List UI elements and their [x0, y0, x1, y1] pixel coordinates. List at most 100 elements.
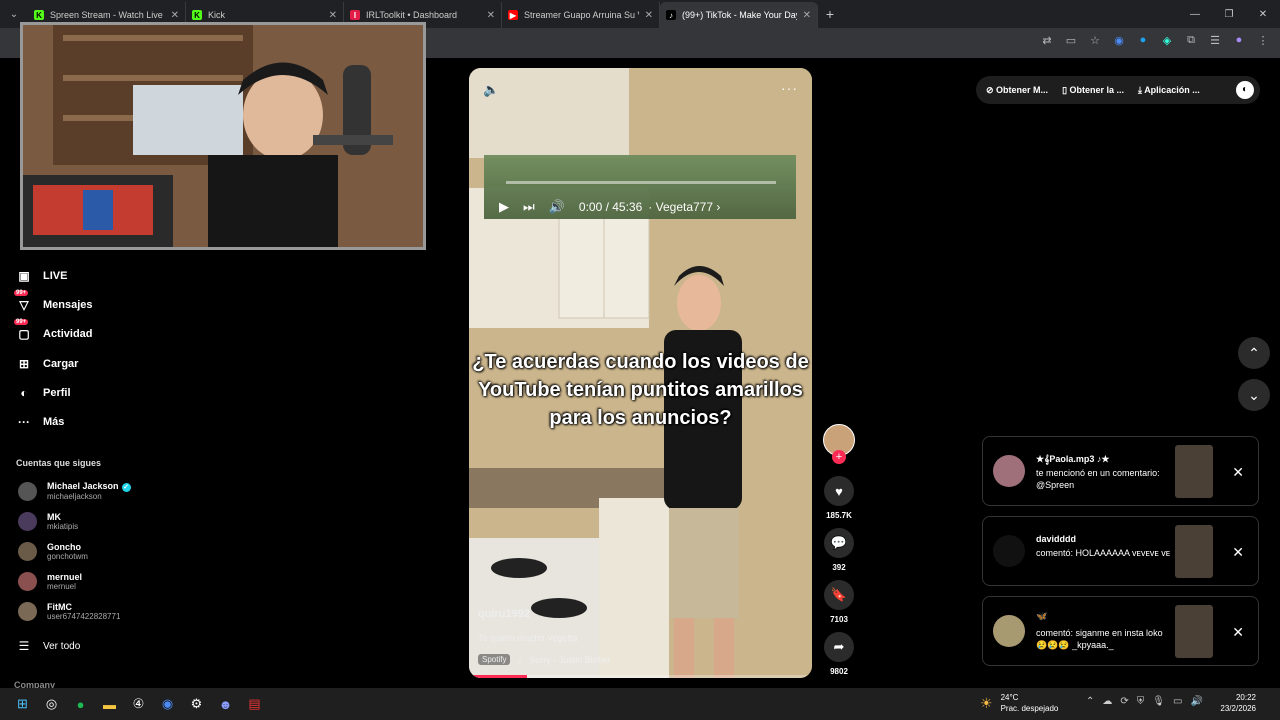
file-explorer-icon[interactable]: ▬: [95, 690, 124, 719]
translate-icon[interactable]: ⇄: [1040, 34, 1054, 47]
share-icon: ➦: [824, 632, 854, 662]
profile-avatar[interactable]: ◐: [1236, 81, 1254, 99]
chevron-up-icon: ⌃: [1248, 344, 1260, 361]
comment-button[interactable]: 💬 392: [822, 528, 856, 572]
share-count: 9802: [830, 667, 848, 676]
kick-icon: K: [192, 10, 202, 20]
notification-card[interactable]: davidddd comentó: HOLAAAAAA ᴠᴇᴠᴇᴠᴇ ᴠᴇ ✕: [982, 516, 1259, 586]
follow-plus-icon[interactable]: +: [832, 450, 846, 464]
microphone-icon[interactable]: 🎙: [1152, 696, 1165, 707]
weather-widget[interactable]: ☀ 24°C Prac. despejado: [980, 692, 1058, 714]
steam-icon[interactable]: ⚙: [182, 690, 211, 719]
upload-icon: ⊞: [18, 357, 30, 371]
creator-avatar[interactable]: +: [822, 424, 856, 464]
obs-icon[interactable]: ◎: [37, 690, 66, 719]
close-window-icon[interactable]: ✕: [1246, 0, 1280, 28]
minimize-icon[interactable]: —: [1178, 0, 1212, 28]
tab-title: Spreen Stream - Watch Live on: [50, 10, 165, 20]
video-author[interactable]: quiru1992: [478, 608, 530, 620]
browser-tab-active[interactable]: ♪ (99+) TikTok - Make Your Day ✕: [660, 2, 818, 28]
notification-user: 🦋: [1036, 611, 1048, 621]
followed-account[interactable]: Goncho gonchotwm: [18, 542, 88, 561]
spotify-icon[interactable]: ●: [66, 690, 95, 719]
new-tab-button[interactable]: +: [818, 6, 842, 22]
reading-list-icon[interactable]: ☰: [1208, 34, 1222, 47]
profile-avatar[interactable]: ●: [1232, 34, 1246, 47]
notification-card[interactable]: 🦋 comentó: siganme en insta loko 😢😢😢 _kp…: [982, 596, 1259, 666]
youtube-time: 0:00 / 45:36: [578, 200, 643, 214]
display-icon[interactable]: ▭: [1173, 696, 1182, 707]
sidebar-item-live[interactable]: ▣ LIVE: [16, 268, 67, 284]
security-icon[interactable]: ⛨: [1137, 696, 1145, 707]
extension-icon[interactable]: ◉: [1112, 34, 1126, 47]
volume-icon[interactable]: 🔊: [1190, 696, 1202, 707]
notification-card[interactable]: ★𝄞Paola.mp3 ♪★ te mencionó en un comenta…: [982, 436, 1259, 506]
close-tab-icon[interactable]: ✕: [803, 10, 811, 21]
extension-icon[interactable]: ◈: [1160, 34, 1174, 47]
browser-tab[interactable]: ▶ Streamer Guapo Arruina Su Vid ✕: [502, 2, 660, 28]
close-tab-icon[interactable]: ✕: [645, 10, 653, 21]
followed-account[interactable]: FitMC user6747422828771: [18, 602, 120, 621]
sidebar-item-profile[interactable]: ◐ Perfil: [16, 385, 71, 401]
system-clock[interactable]: 20:22 23/2/2026: [1220, 692, 1256, 714]
chrome-icon[interactable]: ◉: [153, 690, 182, 719]
followed-account[interactable]: MK mkiatipis: [18, 512, 78, 531]
close-icon[interactable]: ✕: [1232, 464, 1244, 481]
windows-start-icon[interactable]: ⊞: [8, 690, 37, 719]
desktop-app-label: Aplicación ...: [1144, 84, 1200, 95]
see-all-link[interactable]: ☰ Ver todo: [16, 638, 81, 654]
sidebar-item-activity[interactable]: ▢ 99+ Actividad: [14, 319, 93, 342]
restore-icon[interactable]: ❐: [1212, 0, 1246, 28]
onedrive-icon[interactable]: ☁: [1102, 696, 1112, 707]
sidebar-item-label: Perfil: [43, 387, 71, 399]
close-icon[interactable]: ✕: [1232, 624, 1244, 641]
get-app-button[interactable]: ▯ Obtener la ...: [1062, 85, 1124, 96]
close-tab-icon[interactable]: ✕: [171, 10, 179, 21]
account-username: user6747422828771: [47, 612, 121, 621]
chevron-up-icon[interactable]: ⌃: [1086, 696, 1094, 707]
clock-date: 23/2/2026: [1220, 704, 1256, 713]
tiktok-icon: ♪: [666, 10, 676, 20]
close-tab-icon[interactable]: ✕: [329, 10, 337, 21]
save-button[interactable]: 🔖 7103: [822, 580, 856, 624]
cast-icon[interactable]: ▭: [1064, 34, 1078, 47]
video-progress-bar[interactable]: [469, 675, 812, 678]
app-icon[interactable]: ▤: [240, 690, 269, 719]
discord-icon[interactable]: ☻: [211, 690, 240, 719]
youtube-icon: ▶: [508, 10, 518, 20]
close-tab-icon[interactable]: ✕: [487, 10, 495, 21]
followed-account[interactable]: Michael Jackson ✓ michaeljackson: [18, 481, 131, 501]
bookmark-star-icon[interactable]: ☆: [1088, 34, 1102, 47]
extensions-puzzle-icon[interactable]: ⧉: [1184, 34, 1198, 47]
more-options-icon[interactable]: ···: [781, 80, 798, 96]
account-username: gonchotwm: [47, 552, 88, 561]
video-player-app-icon[interactable]: ④: [124, 690, 153, 719]
followed-account[interactable]: mernuel mernuel: [18, 572, 82, 591]
extension-icon[interactable]: ●: [1136, 34, 1150, 47]
account-username: michaeljackson: [47, 492, 102, 501]
window-controls: — ❐ ✕: [1178, 0, 1280, 28]
notification-thumbnail: [1175, 445, 1213, 498]
sidebar-item-upload[interactable]: ⊞ Cargar: [16, 356, 79, 372]
like-button[interactable]: ♥ 185.7K: [822, 476, 856, 520]
desktop-app-button[interactable]: ⤓ Aplicación ...: [1138, 85, 1200, 96]
volume-icon[interactable]: 🔈: [483, 82, 499, 98]
get-coins-button[interactable]: ⊘ Obtener M...: [986, 85, 1048, 96]
browser-menu-icon[interactable]: ⋮: [1256, 34, 1270, 47]
account-name: Goncho: [47, 542, 81, 552]
video-progress-fill: [469, 675, 528, 678]
sync-icon[interactable]: ⟳: [1120, 696, 1128, 707]
account-name: Michael Jackson: [47, 481, 119, 491]
tab-title: IRLToolkit • Dashboard: [366, 10, 458, 20]
irltoolkit-icon: I: [350, 10, 360, 20]
video-player[interactable]: 🔈 ··· ▶ ⏭ 🔊 0:00 / 45:36 · Vegeta777 › ¿…: [469, 68, 812, 678]
youtube-progress-bar: [506, 181, 776, 184]
sidebar-item-messages[interactable]: ▽ 99+ Mensajes: [14, 290, 93, 313]
share-button[interactable]: ➦ 9802: [822, 632, 856, 676]
previous-video-button[interactable]: ⌃: [1238, 337, 1270, 369]
sidebar-item-more[interactable]: ··· Más: [16, 414, 64, 430]
close-icon[interactable]: ✕: [1232, 544, 1244, 561]
video-description: Te quiero mucho Vegetta: [478, 633, 578, 643]
video-music[interactable]: Spotify ♫ Sorry - Justin Bieber: [478, 654, 611, 665]
next-video-button[interactable]: ⌄: [1238, 379, 1270, 411]
